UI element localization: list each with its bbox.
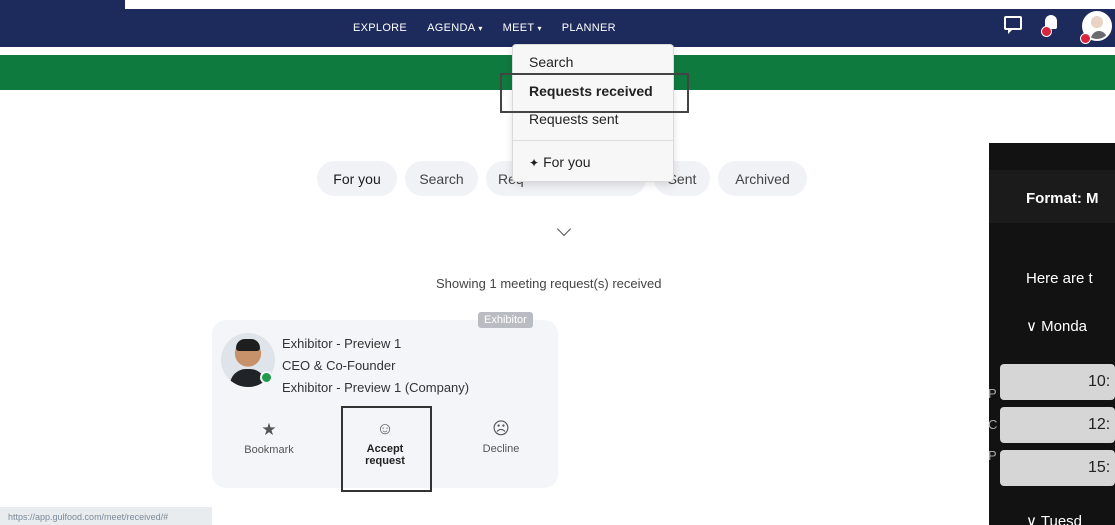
results-summary: Showing 1 meeting request(s) received: [436, 276, 662, 291]
day-monday-toggle[interactable]: ∨ Monda: [1026, 317, 1115, 335]
status-bar-url: https://app.gulfood.com/meet/received/#: [0, 507, 212, 525]
slot-prefix-3: P: [988, 448, 997, 463]
chat-icon[interactable]: [1004, 16, 1022, 34]
nav-planner[interactable]: PLANNER: [562, 22, 616, 34]
nav-meet-label: MEET: [502, 22, 535, 34]
menu-item-for-you[interactable]: ✦ For you: [529, 154, 591, 170]
nav-meet[interactable]: MEET ▾: [503, 22, 542, 34]
bookmark-label: Bookmark: [244, 444, 294, 456]
frown-icon: ☹: [492, 419, 510, 438]
bookmark-button[interactable]: ★ Bookmark: [236, 420, 302, 457]
browser-top-strip: [0, 0, 1115, 9]
time-slot-button[interactable]: 15:: [1000, 450, 1115, 486]
slot-prefix-1: P: [988, 386, 997, 401]
browser-top-strip-dark: [0, 0, 125, 9]
accept-highlight-box: [341, 406, 432, 492]
menu-item-for-you-label: For you: [543, 154, 591, 170]
tab-for-you[interactable]: For you: [317, 161, 397, 196]
user-alert-dot: [1080, 33, 1091, 44]
notification-dot: [1041, 26, 1052, 37]
top-navigation-bar: EXPLORE AGENDA ▾ MEET ▾ PLANNER: [0, 0, 1115, 47]
requests-received-highlight: [500, 73, 689, 113]
sparkle-icon: ✦: [529, 156, 540, 170]
decline-button[interactable]: ☹ Decline: [468, 419, 534, 456]
tab-search[interactable]: Search: [405, 161, 478, 196]
expand-chevron-icon[interactable]: [556, 221, 572, 237]
star-icon: ★: [261, 420, 277, 439]
notification-bell-icon[interactable]: [1041, 15, 1059, 37]
exhibitor-job-title: CEO & Co-Founder: [282, 358, 396, 373]
chevron-down-icon: ▾: [478, 23, 483, 33]
exhibitor-badge: Exhibitor: [478, 312, 533, 328]
exhibitor-company: Exhibitor - Preview 1 (Company): [282, 380, 470, 395]
exhibitor-name[interactable]: Exhibitor - Preview 1: [282, 336, 401, 351]
day-tuesday-toggle[interactable]: ∨ Tuesd: [1026, 512, 1115, 525]
time-slot-button[interactable]: 10:: [1000, 364, 1115, 400]
format-label: Format: M: [1026, 190, 1099, 207]
slot-prefix-2: C: [988, 417, 998, 432]
tab-archived[interactable]: Archived: [718, 161, 807, 196]
menu-item-search[interactable]: Search: [529, 54, 573, 70]
menu-item-requests-sent[interactable]: Requests sent: [529, 111, 619, 127]
online-status-dot: [260, 371, 273, 384]
time-slot-button[interactable]: 12:: [1000, 407, 1115, 443]
meet-dropdown-menu: Search Requests received Requests sent ✦…: [512, 44, 674, 182]
decline-label: Decline: [482, 443, 520, 455]
nav-agenda-label: AGENDA: [427, 22, 476, 34]
nav-explore-label: EXPLORE: [353, 22, 408, 34]
nav-planner-label: PLANNER: [561, 22, 616, 34]
chevron-down-icon: ▾: [537, 23, 542, 33]
main-nav-links: EXPLORE AGENDA ▾ MEET ▾ PLANNER: [353, 22, 636, 34]
panel-intro-text: Here are t: [1026, 270, 1093, 287]
nav-explore[interactable]: EXPLORE: [353, 22, 407, 34]
menu-divider: [513, 140, 673, 141]
nav-agenda[interactable]: AGENDA ▾: [427, 22, 483, 34]
